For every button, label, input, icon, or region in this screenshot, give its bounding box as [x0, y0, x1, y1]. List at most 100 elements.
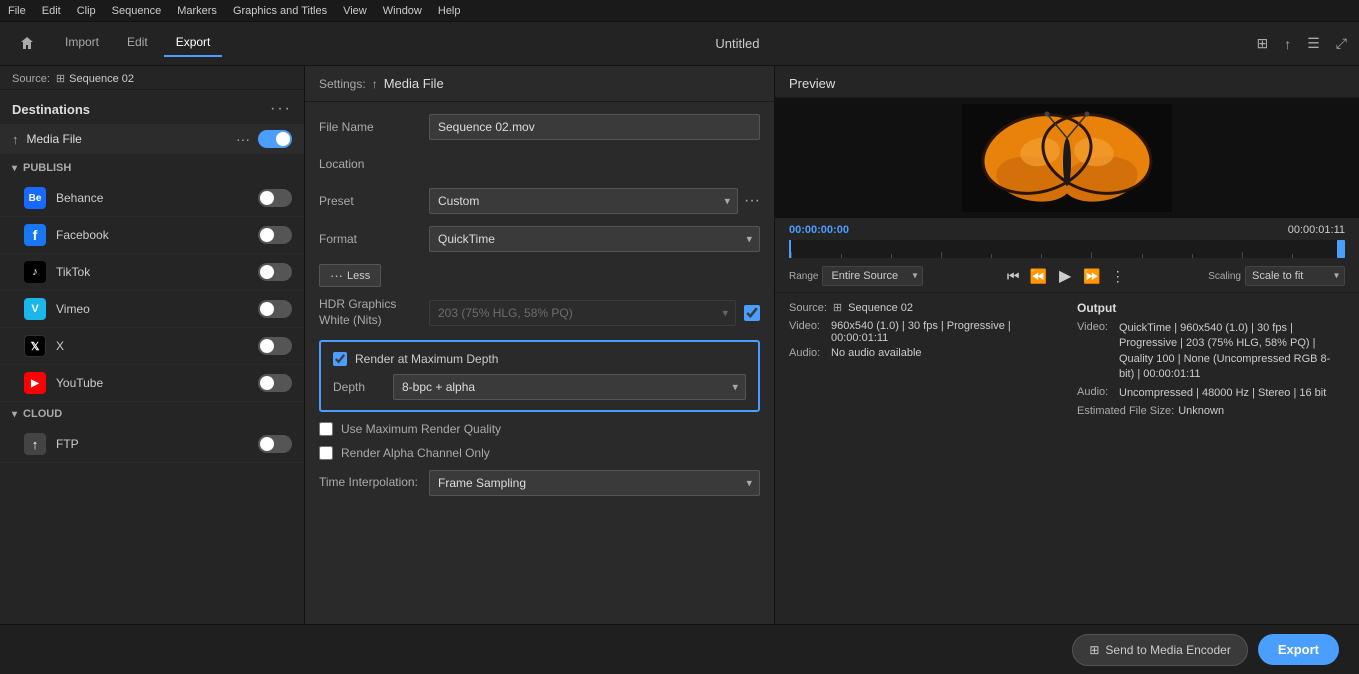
expand-icon[interactable]: ⤢: [1332, 31, 1351, 56]
encoder-icon: ⊞: [1089, 643, 1099, 657]
dest-item-youtube: ▶ YouTube: [0, 365, 304, 402]
menu-edit[interactable]: Edit: [42, 5, 61, 17]
settings-media-title: Media File: [384, 76, 444, 91]
send-to-encoder-button[interactable]: ⊞ Send to Media Encoder: [1072, 634, 1247, 666]
less-button[interactable]: ··· Less: [319, 264, 381, 287]
output-title: Output: [1077, 301, 1345, 315]
settings-icon[interactable]: ☰: [1303, 31, 1324, 56]
file-name-row: File Name: [319, 114, 760, 140]
estimated-size-row: Estimated File Size: Unknown: [1077, 405, 1345, 417]
export-button[interactable]: Export: [1258, 634, 1339, 665]
publish-chevron: ▾: [12, 163, 17, 174]
render-alpha-label: Render Alpha Channel Only: [341, 446, 490, 460]
step-back-button[interactable]: ⏮: [1003, 266, 1024, 287]
settings-header: Settings: ↑ Media File: [305, 66, 774, 102]
frame-forward-button[interactable]: ⏩: [1079, 266, 1104, 287]
preset-menu-button[interactable]: ···: [744, 192, 760, 210]
format-select-wrap: QuickTime H.264 H.265 ProRes: [429, 226, 760, 252]
less-label: Less: [347, 270, 370, 282]
publish-label: PUBLISH: [23, 162, 71, 174]
tiktok-label: TikTok: [56, 265, 258, 279]
time-interpolation-select[interactable]: Frame Sampling Frame Blending Optical Fl…: [429, 470, 760, 496]
publish-section-header: ▾ PUBLISH: [0, 156, 304, 180]
main-layout: Source: ⊞ Sequence 02 Destinations ··· ↑…: [0, 66, 1359, 674]
output-video-row: Video: QuickTime | 960x540 (1.0) | 30 fp…: [1077, 321, 1345, 383]
scaling-label: Scaling: [1208, 271, 1241, 282]
media-file-menu-button[interactable]: ···: [236, 131, 250, 147]
menu-view[interactable]: View: [343, 5, 367, 17]
window-icon[interactable]: ⊞: [1253, 31, 1273, 56]
source-info-label: Source:: [789, 302, 827, 314]
menu-sequence[interactable]: Sequence: [112, 5, 162, 17]
play-button[interactable]: ▶: [1053, 264, 1077, 288]
source-output-panel: Source: ⊞ Sequence 02 Video: 960x540 (1.…: [775, 292, 1359, 425]
file-name-label: File Name: [319, 120, 429, 134]
preview-title: Preview: [789, 76, 835, 91]
butterfly-preview: [962, 104, 1172, 212]
youtube-toggle[interactable]: [258, 374, 292, 392]
preset-select[interactable]: Custom: [429, 188, 738, 214]
tab-export[interactable]: Export: [164, 29, 223, 57]
time-start: 00:00:00:00: [789, 224, 849, 236]
more-controls-button[interactable]: ⋮: [1107, 266, 1129, 287]
vimeo-toggle[interactable]: [258, 300, 292, 318]
scaling-control: Scaling Scale to fit Scale to fill Stret…: [1208, 266, 1345, 286]
tab-import[interactable]: Import: [53, 29, 111, 57]
playback-controls: Range Entire Source Work Area In/Out ⏮ ⏪…: [775, 260, 1359, 292]
location-label: Location: [319, 157, 429, 171]
output-video-label: Video:: [1077, 321, 1115, 383]
hdr-select[interactable]: 203 (75% HLG, 58% PQ): [429, 300, 736, 326]
frame-back-button[interactable]: ⏪: [1026, 266, 1051, 287]
menu-help[interactable]: Help: [438, 5, 461, 17]
timeline-track[interactable]: [789, 240, 1345, 258]
file-name-input[interactable]: [429, 114, 760, 140]
range-select[interactable]: Entire Source Work Area In/Out: [822, 266, 923, 286]
destinations-menu-button[interactable]: ···: [270, 100, 292, 118]
depth-select[interactable]: 8-bpc + alpha 8-bpc 16-bpc 32-bpc: [393, 374, 746, 400]
behance-toggle[interactable]: [258, 189, 292, 207]
time-interpolation-label: Time Interpolation:: [319, 475, 429, 491]
media-file-icon: ↑: [12, 132, 19, 147]
output-audio-row: Audio: Uncompressed | 48000 Hz | Stereo …: [1077, 386, 1345, 401]
settings-form: File Name Location Preset Custom: [305, 102, 774, 508]
facebook-icon: f: [24, 224, 46, 246]
source-column: Source: ⊞ Sequence 02 Video: 960x540 (1.…: [789, 301, 1057, 417]
render-max-depth-label: Render at Maximum Depth: [355, 352, 498, 366]
scaling-select[interactable]: Scale to fit Scale to fill Stretch to fi…: [1245, 266, 1345, 286]
tab-edit[interactable]: Edit: [115, 29, 160, 57]
preview-video-frame: [962, 104, 1172, 212]
use-max-quality-checkbox[interactable]: [319, 422, 333, 436]
media-file-row[interactable]: ↑ Media File ···: [0, 124, 304, 154]
middle-panel: Settings: ↑ Media File File Name Locatio…: [305, 66, 775, 674]
facebook-toggle[interactable]: [258, 226, 292, 244]
export-frame-icon[interactable]: ↑: [1280, 32, 1295, 56]
tiktok-toggle[interactable]: [258, 263, 292, 281]
menu-bar: File Edit Clip Sequence Markers Graphics…: [0, 0, 1359, 22]
location-control: [429, 152, 760, 176]
destinations-header: Destinations ···: [0, 90, 304, 124]
ftp-toggle[interactable]: [258, 435, 292, 453]
settings-media-icon: ↑: [372, 77, 378, 91]
x-toggle[interactable]: [258, 337, 292, 355]
menu-graphics[interactable]: Graphics and Titles: [233, 5, 327, 17]
x-icon: 𝕏: [24, 335, 46, 357]
tab-home[interactable]: [8, 29, 49, 58]
render-alpha-checkbox[interactable]: [319, 446, 333, 460]
format-select[interactable]: QuickTime H.264 H.265 ProRes: [429, 226, 760, 252]
menu-window[interactable]: Window: [383, 5, 422, 17]
menu-file[interactable]: File: [8, 5, 26, 17]
menu-clip[interactable]: Clip: [77, 5, 96, 17]
right-panel: Preview: [775, 66, 1359, 674]
source-seq-name: Sequence 02: [848, 302, 913, 314]
location-input[interactable]: [429, 152, 760, 176]
media-file-toggle[interactable]: [258, 130, 292, 148]
vimeo-icon: V: [24, 298, 46, 320]
render-max-depth-checkbox[interactable]: [333, 352, 347, 366]
source-header: Source: ⊞ Sequence 02: [789, 301, 1057, 314]
menu-markers[interactable]: Markers: [177, 5, 217, 17]
timeline-end-handle[interactable]: [1337, 240, 1345, 258]
audio-info-value: No audio available: [831, 347, 922, 359]
depth-row: Depth 8-bpc + alpha 8-bpc 16-bpc 32-bpc: [333, 374, 746, 400]
hdr-checkbox[interactable]: [744, 305, 760, 321]
est-size-label: Estimated File Size:: [1077, 405, 1174, 417]
